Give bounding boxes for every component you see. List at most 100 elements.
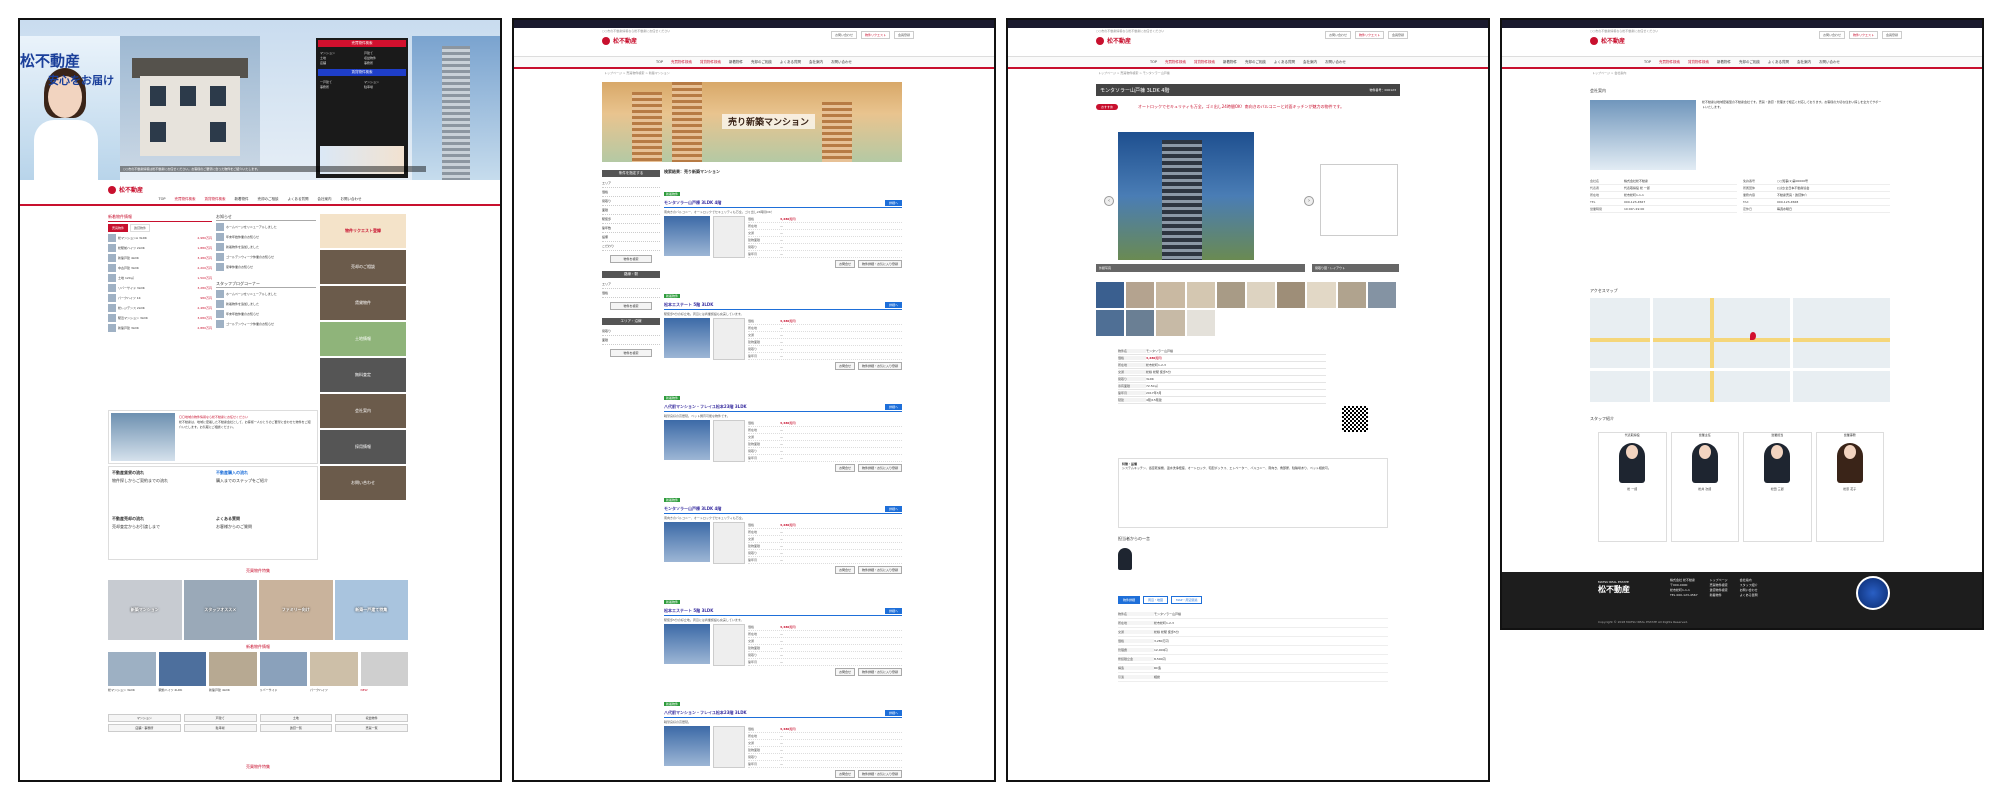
nav-item[interactable]: お問い合わせ <box>341 197 362 202</box>
favorite-button[interactable]: 物件詳細・お気に入り登録 <box>857 362 902 370</box>
nav-item[interactable]: お問い合わせ <box>831 60 852 65</box>
sell-consult-banner[interactable]: 売却のご相談 <box>320 250 406 284</box>
search-option[interactable]: 間取り <box>602 327 660 336</box>
nav-item[interactable]: 賃貸物件検索 <box>205 197 226 202</box>
category-button[interactable]: 土地 <box>259 714 333 722</box>
floor-plan-thumb[interactable] <box>713 318 745 360</box>
listing-row[interactable]: リバーサイド 3LDK 3,280万円 <box>108 284 212 292</box>
nav-item[interactable]: 新着物件 <box>235 197 249 202</box>
pickup-banner[interactable]: スタッフオススメ <box>183 580 257 640</box>
tab-sale[interactable]: 売買物件 <box>108 224 129 232</box>
nav-item[interactable]: TOP <box>1150 60 1157 64</box>
detail-button[interactable]: 詳細へ <box>884 710 902 716</box>
land-banner[interactable]: 土地情報 <box>320 322 406 356</box>
photo-thumb[interactable] <box>1247 282 1276 308</box>
photo-thumb[interactable] <box>1277 282 1306 308</box>
listing-row[interactable]: 松マンションA 3LDK 2,980万円 <box>108 234 212 242</box>
photo-thumb[interactable] <box>1126 282 1155 308</box>
contact-banner[interactable]: お問い合わせ <box>320 466 406 500</box>
next-arrow-icon[interactable]: › <box>1304 196 1314 206</box>
floor-plan-thumb[interactable] <box>713 522 745 564</box>
photo-thumb[interactable] <box>1367 282 1396 308</box>
listing-card[interactable]: 新着物件 モンタソラー山戸棟 3LDK 4階 詳細へ 南向きのバルコニー、オートロック… <box>664 180 902 268</box>
header-link[interactable]: お問い合わせ <box>830 31 857 39</box>
listing-photo[interactable] <box>664 318 710 358</box>
pickup-banner[interactable]: ファミリー向け <box>259 580 333 640</box>
nav-item[interactable]: 賃貸物件検索 <box>1194 60 1215 65</box>
header-link[interactable]: 会員登録 <box>1387 31 1408 39</box>
new-card[interactable]: 駅前ハイツ 2LDK <box>158 652 206 692</box>
listing-title[interactable]: 八代前マンション・フレイユ松本23階 3LDK <box>664 710 902 716</box>
listing-title[interactable]: モンタソラー山戸棟 3LDK 4階 <box>664 506 902 512</box>
listing-photo[interactable] <box>664 726 710 766</box>
nav-item[interactable]: 売却のご相談 <box>1245 60 1266 65</box>
nav-item[interactable]: TOP <box>1644 60 1651 64</box>
category-button[interactable]: 売買一覧 <box>335 724 408 732</box>
request-banner[interactable]: 物件リクエスト登録 <box>320 214 406 248</box>
photo-thumb[interactable] <box>1126 310 1155 336</box>
search-option[interactable]: エリア <box>602 280 660 289</box>
photo-thumb[interactable] <box>1156 282 1185 308</box>
listing-card[interactable]: 新着物件 八代前マンション・フレイユ松本23階 3LDK 詳細へ 眺望良好の高層階。価… <box>664 690 902 778</box>
listing-photo[interactable] <box>664 420 710 460</box>
detail-button[interactable]: 詳細へ <box>884 404 902 410</box>
category-button[interactable]: 駐車場 <box>183 724 257 732</box>
footer-logo[interactable]: MATSU REAL ESTATE 松不動産 <box>1598 580 1630 595</box>
search-option[interactable]: 価格 <box>602 188 660 197</box>
nav-item[interactable]: 売却のご相談 <box>1739 60 1760 65</box>
photo-thumb[interactable] <box>1156 310 1185 336</box>
nav-item[interactable]: 会社案内 <box>1303 60 1317 65</box>
search-option[interactable]: こだわり <box>602 242 660 251</box>
nav-item[interactable]: 賃貸物件検索 <box>700 60 721 65</box>
inquiry-button[interactable]: お問合せ <box>834 362 855 370</box>
photo-thumb[interactable] <box>1337 282 1366 308</box>
site-logo[interactable]: 松不動産 <box>602 36 637 45</box>
favorite-button[interactable]: 物件詳細・お気に入り登録 <box>857 464 902 472</box>
listing-row[interactable]: パークハイツ 1K 980万円 <box>108 294 212 302</box>
flow-sell[interactable]: 不動産売却の流れ 売却査定からお引渡しまで <box>109 513 213 559</box>
listing-photo[interactable] <box>664 522 710 562</box>
listing-row[interactable]: 新築戸建 4LDK 3,480万円 <box>108 254 212 262</box>
nav-item[interactable]: お問い合わせ <box>1325 60 1346 65</box>
listing-row[interactable]: 新築戸建 3LDK 2,880万円 <box>108 324 212 332</box>
photo-thumb[interactable] <box>1307 282 1336 308</box>
category-button[interactable]: 店舗・事務所 <box>108 724 181 732</box>
nav-item[interactable]: 売買物件検索 <box>1659 60 1680 65</box>
listing-title[interactable]: 松本エステート 5階 3LDK <box>664 608 902 614</box>
site-logo[interactable]: 松不動産 <box>108 185 143 194</box>
site-logo[interactable]: 松不動産 <box>1096 36 1131 45</box>
listing-title[interactable]: 八代前マンション・フレイユ松本23階 3LDK <box>664 404 902 410</box>
header-link[interactable]: 物件リクエスト <box>860 31 890 39</box>
photo-thumb[interactable] <box>1186 282 1215 308</box>
inquiry-button[interactable]: お問合せ <box>834 260 855 268</box>
tab-surroundings[interactable]: 周辺・地図 <box>1143 596 1169 604</box>
nav-item[interactable]: 新着物件 <box>729 60 743 65</box>
nav-item[interactable]: よくある質問 <box>1274 60 1295 65</box>
nav-item[interactable]: よくある質問 <box>288 197 309 202</box>
listing-row[interactable]: 松レジデンス 2LDK 2,480万円 <box>108 304 212 312</box>
nav-item[interactable]: 売却のご相談 <box>258 197 279 202</box>
footer-link[interactable]: 新着物件 <box>1710 593 1728 598</box>
header-link[interactable]: 物件リクエスト <box>1848 31 1878 39</box>
footer-link[interactable]: よくある質問 <box>1740 593 1758 598</box>
favorite-button[interactable]: 物件詳細・お気に入り登録 <box>857 770 902 778</box>
menu-item[interactable]: 土地 <box>320 56 360 60</box>
menu-item[interactable]: 収益物件 <box>364 56 404 60</box>
header-link[interactable]: お問い合わせ <box>1324 31 1351 39</box>
listing-photo[interactable] <box>664 624 710 664</box>
favorite-button[interactable]: 物件詳細・お気に入り登録 <box>857 260 902 268</box>
menu-item[interactable]: マンション <box>320 51 360 55</box>
menu-item[interactable]: 駐車場 <box>364 85 404 89</box>
news-row[interactable]: ホームページをリニューアルしました <box>216 223 316 231</box>
search-option[interactable]: 間取り <box>602 197 660 206</box>
favorite-button[interactable]: 物件詳細・お気に入り登録 <box>857 566 902 574</box>
nav-item[interactable]: 売買物件検索 <box>175 197 196 202</box>
menu-header-rent[interactable]: 賃貸物件検索 <box>318 69 406 76</box>
floor-plan-thumb[interactable] <box>713 216 745 258</box>
nav-item[interactable]: TOP <box>656 60 663 64</box>
new-card[interactable]: リバーサイド <box>259 652 307 692</box>
detail-button[interactable]: 詳細へ <box>884 200 902 206</box>
category-button[interactable]: 戸建て <box>183 714 257 722</box>
access-map[interactable] <box>1590 298 1890 402</box>
listing-card[interactable]: 新着物件 モンタソラー山戸棟 3LDK 4階 詳細へ 南向きのバルコニー、オートロック… <box>664 486 902 574</box>
